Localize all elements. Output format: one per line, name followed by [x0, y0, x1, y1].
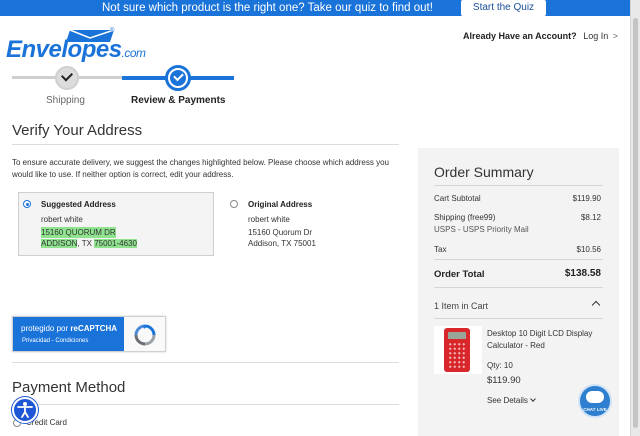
shipping-method: USPS - USPS Priority Mail	[434, 225, 529, 234]
suggested-address-heading: Suggested Address	[41, 200, 116, 209]
checkmark-icon	[60, 69, 74, 82]
original-city-line: Addison, TX 75001	[248, 239, 316, 248]
accessibility-icon	[17, 402, 33, 418]
registered-mark: ®	[110, 28, 115, 34]
product-name: Desktop 10 Digit LCD Display Calculator …	[487, 329, 593, 350]
calculator-icon	[444, 328, 470, 372]
account-question: Already Have an Account?	[462, 31, 577, 41]
recaptcha-label-panel: protegido por reCAPTCHA Privacidad - Con…	[13, 317, 124, 351]
cart-subtotal-value: $119.90	[572, 194, 601, 203]
suggested-city: ADDISON	[41, 239, 78, 248]
divider	[12, 404, 399, 405]
cart-subtotal-label: Cart Subtotal	[434, 194, 481, 203]
step-review-indicator	[165, 65, 191, 91]
items-in-cart-toggle[interactable]: 1 Item in Cart	[434, 301, 488, 311]
divider	[434, 185, 603, 186]
recaptcha-badge[interactable]: protegido por reCAPTCHA Privacidad - Con…	[12, 316, 166, 352]
logo-wordmark: Envelopes.com	[6, 36, 146, 63]
original-address-radio[interactable]	[230, 200, 238, 208]
step-shipping-indicator[interactable]	[55, 66, 79, 90]
order-summary-title: Order Summary	[434, 164, 534, 180]
chat-live-button[interactable]: CHAT LIVE	[578, 384, 612, 418]
tax-label: Tax	[434, 245, 447, 254]
chat-live-label: CHAT LIVE	[583, 407, 607, 412]
suggested-city-line: ADDISON, TX 75001-4630	[41, 238, 137, 249]
verify-address-title: Verify Your Address	[12, 122, 143, 139]
suggested-zip: 75001-4630	[94, 239, 137, 248]
tax-value: $10.56	[576, 245, 601, 254]
chevron-down-icon	[530, 396, 536, 402]
chat-bubble-icon	[586, 391, 604, 403]
account-links: Already Have an Account? Log In >	[463, 31, 618, 41]
page-scrollbar[interactable]	[630, 0, 640, 436]
verify-description: To ensure accurate delivery, we suggest …	[12, 158, 389, 179]
divider	[434, 318, 603, 319]
suggested-name: robert white	[41, 215, 83, 224]
scrollbar-thumb[interactable]	[633, 18, 638, 428]
product-image[interactable]	[434, 326, 482, 374]
payment-method-title: Payment Method	[12, 379, 126, 396]
suggested-address-radio[interactable]	[23, 200, 31, 208]
chevron-right-icon: >	[612, 31, 618, 41]
checkmark-icon	[173, 70, 184, 82]
suggested-state: , TX	[77, 239, 95, 248]
divider	[12, 362, 399, 363]
login-link[interactable]: Log In	[583, 31, 608, 41]
original-name: robert white	[248, 215, 290, 224]
see-details-toggle[interactable]: See Details	[487, 396, 536, 405]
order-total-label: Order Total	[434, 269, 485, 280]
recaptcha-icon	[134, 324, 156, 346]
divider	[12, 144, 399, 145]
promo-text: Not sure which product is the right one?…	[102, 2, 433, 14]
step-label-review: Review & Payments	[131, 95, 226, 106]
start-quiz-button[interactable]: Start the Quiz	[461, 0, 546, 16]
promo-banner: Not sure which product is the right one?…	[0, 0, 630, 16]
original-address-heading: Original Address	[248, 200, 313, 209]
shipping-label: Shipping (free99)	[434, 213, 496, 222]
divider	[434, 287, 603, 288]
shipping-value: $8.12	[580, 213, 601, 222]
product-price: $119.90	[487, 375, 521, 386]
recaptcha-protected-text: protegido por reCAPTCHA	[21, 324, 118, 333]
see-details-label: See Details	[487, 396, 528, 405]
divider	[434, 259, 603, 260]
suggested-street: 15160 QUORUM DR	[41, 227, 116, 238]
recaptcha-privacy-terms[interactable]: Privacidad - Condiciones	[22, 338, 88, 344]
order-total-value: $138.58	[564, 268, 601, 279]
product-qty: Qty: 10	[487, 361, 513, 370]
step-label-shipping[interactable]: Shipping	[46, 95, 85, 106]
site-logo[interactable]: Envelopes.com ®	[6, 28, 146, 64]
accessibility-button[interactable]	[12, 397, 38, 423]
chevron-up-icon[interactable]	[591, 300, 601, 310]
original-street: 15160 Quorum Dr	[248, 228, 313, 237]
